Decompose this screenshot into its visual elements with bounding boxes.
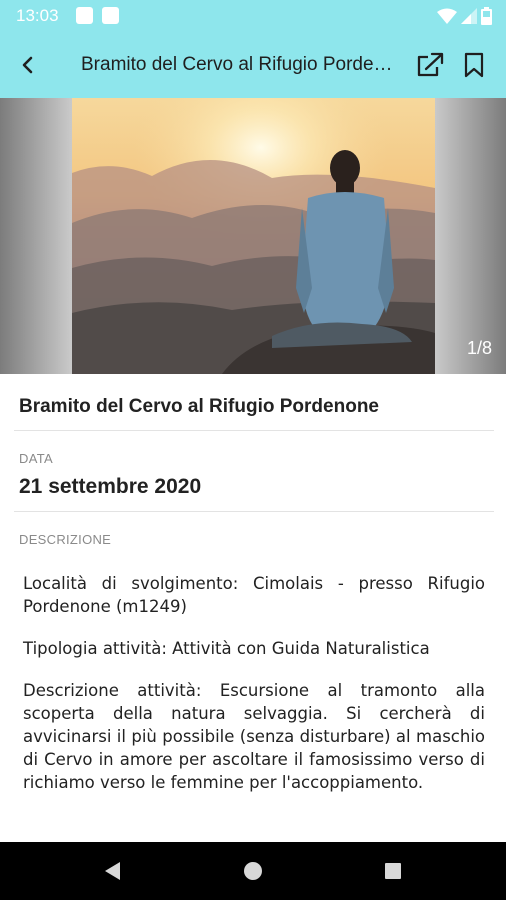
nav-recents-button[interactable] bbox=[373, 851, 413, 891]
notification-icon bbox=[76, 7, 93, 24]
app-bar: Bramito del Cervo al Rifugio Pordenone bbox=[0, 32, 506, 98]
open-external-icon bbox=[417, 52, 444, 77]
open-external-button[interactable] bbox=[408, 43, 452, 87]
bookmark-button[interactable] bbox=[452, 43, 496, 87]
gallery-counter: 1/8 bbox=[466, 338, 492, 358]
description-paragraph: Descrizione attività: Escursione al tram… bbox=[23, 681, 485, 792]
description-label: DESCRIZIONE bbox=[19, 532, 112, 547]
divider bbox=[14, 511, 494, 512]
gallery-photo bbox=[72, 98, 435, 374]
back-triangle-icon bbox=[105, 862, 120, 880]
description-body: Località di svolgimento: Cimolais - pres… bbox=[23, 572, 485, 813]
recents-square-icon bbox=[385, 863, 401, 879]
page-title: Bramito del Cervo al Rifugio Pordenone bbox=[81, 54, 399, 75]
cell-signal-icon bbox=[461, 8, 477, 24]
nav-back-button[interactable] bbox=[92, 851, 132, 891]
description-paragraph: Tipologia attività: Attività con Guida N… bbox=[23, 639, 430, 658]
system-nav-bar bbox=[0, 842, 506, 900]
event-details: Bramito del Cervo al Rifugio Pordenone D… bbox=[0, 374, 506, 842]
event-date: 21 settembre 2020 bbox=[19, 475, 202, 498]
home-circle-icon bbox=[244, 862, 262, 880]
date-label: DATA bbox=[19, 451, 53, 466]
divider bbox=[14, 430, 494, 431]
status-time: 13:03 bbox=[16, 6, 59, 25]
status-bar: 13:03 bbox=[0, 0, 506, 32]
event-title: Bramito del Cervo al Rifugio Pordenone bbox=[19, 396, 379, 417]
nav-home-button[interactable] bbox=[233, 851, 273, 891]
bookmark-icon bbox=[464, 52, 484, 78]
description-paragraph: Località di svolgimento: Cimolais - pres… bbox=[23, 574, 485, 616]
image-gallery[interactable]: 1/8 bbox=[0, 98, 506, 374]
notification-icon bbox=[102, 7, 119, 24]
back-arrow-icon bbox=[22, 56, 33, 74]
battery-icon bbox=[481, 7, 492, 25]
back-button[interactable] bbox=[6, 43, 50, 87]
wifi-icon bbox=[437, 8, 457, 24]
